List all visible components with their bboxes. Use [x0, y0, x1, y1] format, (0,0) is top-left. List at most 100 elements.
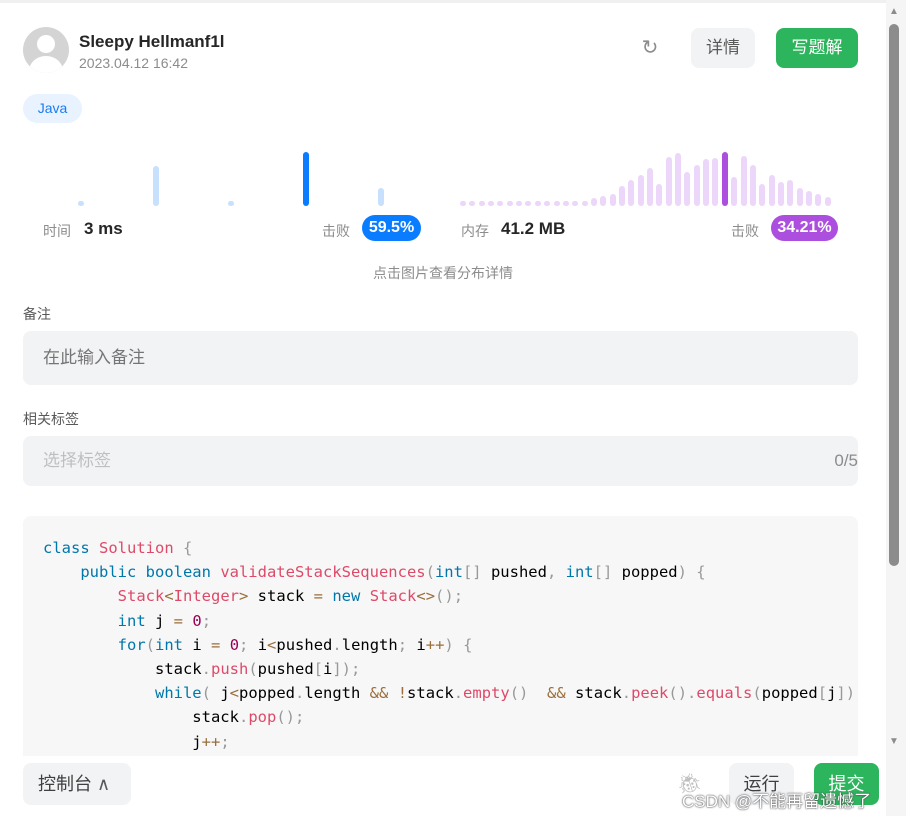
code-token: i — [183, 635, 211, 654]
bar — [749, 165, 756, 206]
bar — [815, 193, 822, 206]
code-token: pushed — [481, 563, 547, 582]
bar-current — [721, 152, 728, 206]
code-token: ++ — [201, 732, 221, 751]
bar — [516, 201, 523, 206]
code-token: j — [43, 732, 202, 751]
write-solution-button[interactable]: 写题解 — [776, 28, 858, 68]
code-line: stack.pop(); — [43, 705, 858, 729]
code-line: stack.push(pushed[i]); — [43, 657, 858, 681]
runtime-distribution-chart[interactable] — [40, 140, 440, 206]
code-token: popped — [761, 684, 818, 703]
scroll-up-icon[interactable]: ▲ — [889, 6, 899, 17]
code-token: > — [239, 587, 249, 606]
bar — [497, 201, 504, 206]
bar — [731, 177, 738, 206]
bar — [637, 175, 644, 206]
detail-button[interactable]: 详情 — [691, 28, 755, 68]
code-token: j — [220, 684, 230, 703]
memory-label: 内存 — [461, 223, 489, 239]
bar — [628, 179, 635, 206]
bar — [684, 172, 691, 206]
bar — [665, 157, 672, 206]
tags-label: 相关标签 — [23, 411, 79, 427]
code-line: Stack<Integer> stack = new Stack<>(); — [43, 584, 858, 608]
time-beat-label: 击败 — [322, 223, 350, 239]
bar — [488, 201, 495, 206]
notes-label: 备注 — [23, 306, 51, 322]
bar — [656, 183, 663, 206]
notes-input[interactable] — [23, 331, 858, 385]
code-token: ( — [201, 684, 221, 703]
username[interactable]: Sleepy Hellmanf1l — [79, 32, 225, 52]
code-token: ( — [145, 635, 155, 654]
bar — [525, 201, 532, 206]
code-token: 0 — [229, 635, 240, 654]
code-token: int — [155, 635, 183, 654]
top-divider — [0, 0, 886, 3]
code-block: class Solution { public boolean validate… — [23, 516, 858, 756]
bar — [609, 193, 616, 206]
code-token: = — [313, 587, 324, 606]
code-token: j — [145, 611, 174, 630]
scroll-down-icon[interactable]: ▼ — [889, 736, 899, 747]
code-token: (). — [668, 684, 697, 703]
code-token: . — [295, 684, 305, 703]
code-token: ++ — [425, 635, 445, 654]
code-line: int j = 0; — [43, 609, 858, 633]
code-token: [ — [817, 684, 828, 703]
refresh-icon[interactable]: ↻ — [639, 37, 661, 59]
code-token: Stack — [43, 587, 165, 606]
code-token: [] — [593, 563, 613, 582]
code-token: [] — [462, 563, 482, 582]
time-label: 时间 — [43, 223, 71, 239]
tags-select[interactable]: 选择标签 — [23, 436, 858, 486]
code-token: ( — [425, 563, 435, 582]
memory-distribution-chart[interactable] — [460, 140, 840, 206]
code-token: int — [565, 563, 594, 582]
code-token: Integer — [173, 587, 239, 606]
code-token: . — [201, 660, 211, 679]
chevron-up-icon: ∧ — [97, 774, 111, 794]
code-token: stack — [248, 587, 314, 606]
code-token: popped — [612, 563, 678, 582]
code-token: = — [211, 635, 221, 654]
bar — [600, 195, 607, 206]
bar — [562, 201, 569, 206]
bar — [703, 159, 710, 206]
console-button[interactable]: 控制台 ∧ — [23, 763, 131, 805]
code-token: < — [229, 684, 239, 703]
bar — [693, 165, 700, 206]
scrollbar-thumb[interactable] — [889, 24, 899, 566]
code-token: (); — [276, 708, 305, 727]
language-tag: Java — [23, 94, 82, 123]
distribution-hint: 点击图片查看分布详情 — [373, 265, 513, 281]
code-token: ; — [201, 611, 212, 630]
code-token: pop — [248, 708, 277, 727]
bar — [647, 168, 653, 206]
avatar[interactable] — [23, 27, 69, 73]
code-token: && — [547, 684, 566, 703]
code-token: ]); — [332, 660, 361, 679]
bar — [153, 165, 159, 206]
bar — [506, 201, 513, 206]
code-token: ; — [239, 635, 249, 654]
code-token: ( — [248, 660, 258, 679]
code-token: ! — [397, 684, 408, 703]
code-line: for(int i = 0; i<pushed.length; i++) { — [43, 633, 858, 657]
bar — [469, 201, 476, 206]
code-token: ( — [752, 684, 762, 703]
bar — [78, 201, 84, 206]
code-token: equals — [696, 684, 753, 703]
code-token: Stack — [369, 587, 417, 606]
code-token: stack — [565, 684, 622, 703]
code-token: . — [453, 684, 464, 703]
code-token: (); — [435, 587, 464, 606]
code-token: while — [43, 684, 202, 703]
bar — [777, 181, 784, 206]
bar — [378, 188, 384, 206]
code-line: j++; — [43, 730, 858, 754]
code-token: i — [248, 635, 268, 654]
watermark: CSDN @不能再留遗憾了 — [682, 792, 872, 811]
